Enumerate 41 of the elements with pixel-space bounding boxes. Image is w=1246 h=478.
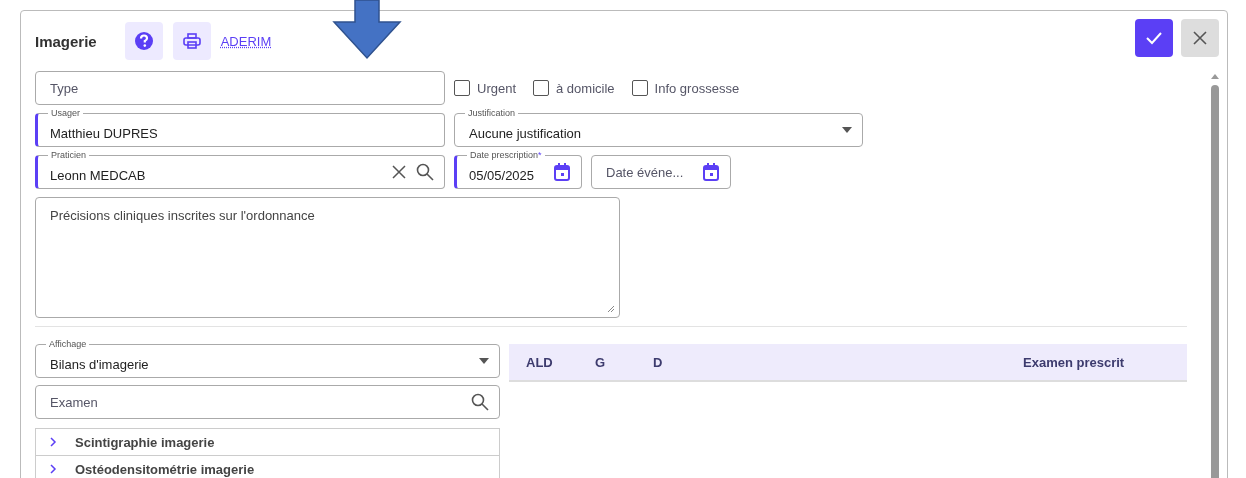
dropdown-caret-icon[interactable]	[842, 127, 852, 133]
dropdown-caret-icon[interactable]	[479, 358, 489, 364]
search-icon[interactable]	[471, 393, 489, 411]
chevron-icon	[50, 464, 57, 474]
column-header: ALD	[525, 354, 554, 370]
exam-group-item[interactable]: Ostéodensitométrie imagerie	[36, 456, 499, 478]
confirm-button[interactable]	[1135, 19, 1173, 57]
help-icon	[133, 31, 154, 51]
printer-icon	[182, 33, 201, 49]
aderim-link[interactable]: ADERIM	[220, 33, 272, 49]
down-arrow-annotation	[332, 0, 402, 60]
exam-group-item[interactable]: Scintigraphie imagerie	[36, 429, 499, 456]
help-button[interactable]	[124, 22, 163, 60]
field-label: Date prescription*	[467, 149, 545, 161]
type-field[interactable]: Type	[35, 71, 445, 105]
checkbox-label: Info grossesse	[654, 80, 740, 96]
checkbox[interactable]	[631, 80, 648, 96]
field-label: Praticien	[48, 149, 89, 161]
checkbox-label: à domicile	[556, 80, 615, 96]
field-label: Affichage	[46, 338, 90, 350]
chevron-icon	[50, 437, 57, 447]
examen-search-field[interactable]: Examen	[35, 385, 500, 419]
clear-icon[interactable]	[392, 165, 406, 179]
checkbox-label: Urgent	[477, 80, 517, 96]
column-header: G	[595, 354, 607, 370]
close-icon	[1192, 30, 1208, 46]
field-label: Usager	[48, 107, 83, 119]
field-label: Justification	[465, 107, 519, 119]
resize-grip-icon[interactable]	[607, 305, 615, 313]
calendar-icon[interactable]	[702, 162, 720, 182]
date-evenement-field[interactable]: Date événe...	[591, 155, 731, 189]
checkmark-icon	[1145, 31, 1163, 45]
print-button[interactable]	[172, 22, 211, 60]
column-header: D	[653, 354, 664, 370]
checkbox[interactable]	[454, 80, 470, 96]
calendar-icon[interactable]	[553, 162, 571, 182]
dialog-title: Imagerie	[35, 32, 97, 50]
checkbox[interactable]	[533, 80, 550, 96]
clinical-notes-textarea[interactable]: Précisions cliniques inscrites sur l'ordonnance	[35, 197, 620, 318]
column-header: Examen prescrit	[1022, 354, 1126, 370]
search-icon[interactable]	[416, 163, 434, 181]
